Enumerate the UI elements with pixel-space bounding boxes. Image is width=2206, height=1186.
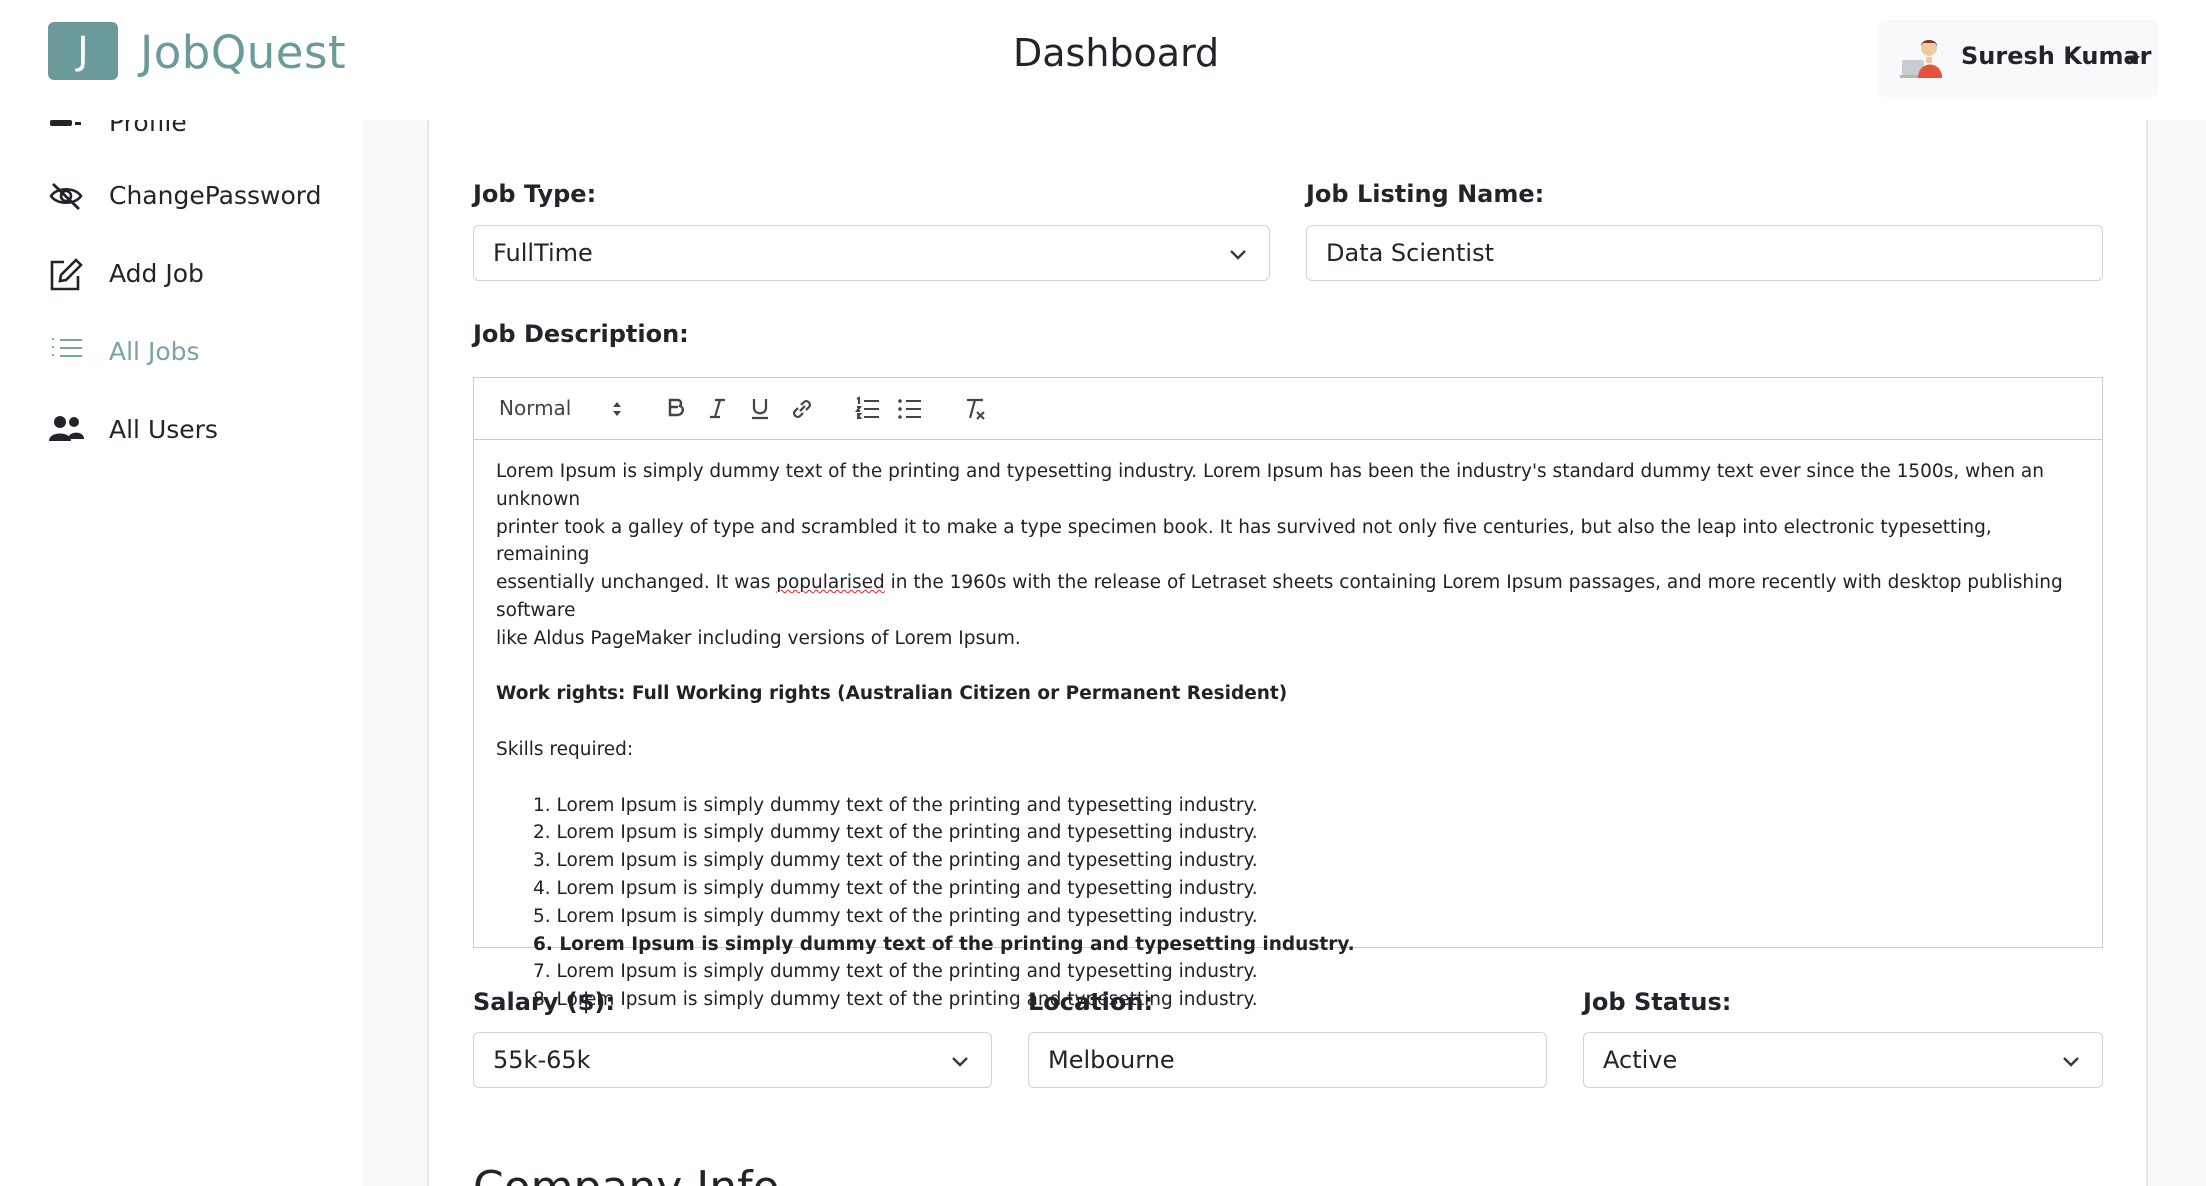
list-item: 2. Lorem Ipsum is simply dummy text of t… [533, 822, 1258, 844]
chevron-down-icon [952, 1057, 968, 1067]
list-item: 7. Lorem Ipsum is simply dummy text of t… [533, 961, 1258, 983]
user-name: Suresh Kumar [1961, 42, 2152, 70]
sidebar-item-label: All Jobs [109, 337, 200, 366]
link-icon[interactable] [788, 395, 816, 423]
ordered-list-icon[interactable] [854, 395, 882, 423]
description-text: essentially unchanged. It was [496, 572, 777, 594]
sidebar-item-add-job[interactable]: Add Job [48, 253, 348, 303]
sidebar-item-all-users[interactable]: All Users [48, 409, 348, 459]
list-icon [52, 338, 82, 357]
job-listing-name-input[interactable]: Data Scientist [1306, 225, 2103, 281]
sidebar: Profile ChangePassword Add Job All Jobs … [0, 108, 363, 1186]
list-item: 5. Lorem Ipsum is simply dummy text of t… [533, 905, 1258, 927]
list-item: 3. Lorem Ipsum is simply dummy text of t… [533, 850, 1258, 872]
page-title: Dashboard [1013, 31, 1220, 75]
list-item: 1. Lorem Ipsum is simply dummy text of t… [533, 794, 1258, 816]
clear-format-icon[interactable] [961, 395, 989, 423]
job-type-label: Job Type: [473, 180, 597, 208]
list-item: 6. Lorem Ipsum is simply dummy text of t… [533, 933, 1355, 955]
job-description-label: Job Description: [473, 320, 689, 348]
format-select[interactable]: Normal [499, 396, 571, 420]
location-label: Location: [1028, 988, 1154, 1016]
bold-icon[interactable] [662, 395, 690, 423]
sidebar-item-label: Add Job [109, 259, 204, 288]
underline-icon[interactable] [746, 395, 774, 423]
job-status-label: Job Status: [1583, 988, 1732, 1016]
sidebar-item-all-jobs[interactable]: All Jobs [48, 331, 348, 381]
brand-name[interactable]: JobQuest [140, 26, 346, 79]
spellcheck-word: popularised [776, 572, 885, 594]
editor-content[interactable]: Lorem Ipsum is simply dummy text of the … [496, 458, 2081, 1014]
avatar [1900, 40, 1942, 78]
bullet-list-icon[interactable] [896, 395, 924, 423]
skills-list: 1. Lorem Ipsum is simply dummy text of t… [533, 792, 2081, 1014]
job-listing-name-label: Job Listing Name: [1306, 180, 1545, 208]
user-menu-dropdown[interactable]: Suresh Kumar [1878, 20, 2158, 97]
rich-text-editor[interactable]: Normal Lorem Ipsum is simply dummy text … [473, 377, 2103, 1010]
list-item: 4. Lorem Ipsum is simply dummy text of t… [533, 877, 1258, 899]
top-header: J JobQuest Dashboard Suresh Kumar [0, 0, 2206, 120]
job-listing-name-value: Data Scientist [1326, 239, 1494, 267]
description-line: like Aldus PageMaker including versions … [496, 627, 1021, 649]
description-line: Lorem Ipsum is simply dummy text of the … [496, 461, 2044, 510]
caret-down-icon [2126, 56, 2140, 64]
sidebar-item-label: ChangePassword [109, 181, 322, 210]
editor-toolbar: Normal [474, 378, 2102, 440]
pencil-square-icon [50, 258, 83, 291]
location-value: Melbourne [1048, 1046, 1175, 1074]
users-icon [49, 416, 84, 441]
sidebar-item-changepassword[interactable]: ChangePassword [48, 175, 348, 225]
page: Profile ChangePassword Add Job All Jobs … [0, 0, 2206, 1186]
skills-heading: Skills required: [496, 738, 634, 760]
italic-icon[interactable] [704, 395, 732, 423]
salary-select[interactable]: 55k-65k [473, 1032, 992, 1088]
sidebar-item-label: All Users [109, 415, 218, 444]
list-item: 8. Lorem Ipsum is simply dummy text of t… [533, 989, 1258, 1011]
location-input[interactable]: Melbourne [1028, 1032, 1547, 1088]
salary-label: Salary ($): [473, 988, 615, 1016]
updown-arrows-icon [613, 402, 621, 416]
logo-badge[interactable]: J [48, 22, 118, 80]
work-rights-text: Work rights: Full Working rights (Austra… [496, 683, 1288, 705]
description-line: printer took a galley of type and scramb… [496, 516, 1992, 566]
chevron-down-icon [2063, 1057, 2079, 1067]
company-info-heading: Company Info [473, 1162, 780, 1186]
description-line: essentially unchanged. It was popularise… [496, 569, 2081, 625]
salary-value: 55k-65k [493, 1046, 591, 1074]
eye-slash-icon [49, 182, 83, 211]
chevron-down-icon [1230, 250, 1246, 260]
job-status-select[interactable]: Active [1583, 1032, 2103, 1088]
job-type-select[interactable]: FullTime [473, 225, 1270, 281]
job-status-value: Active [1603, 1046, 1678, 1074]
job-type-value: FullTime [493, 239, 593, 267]
